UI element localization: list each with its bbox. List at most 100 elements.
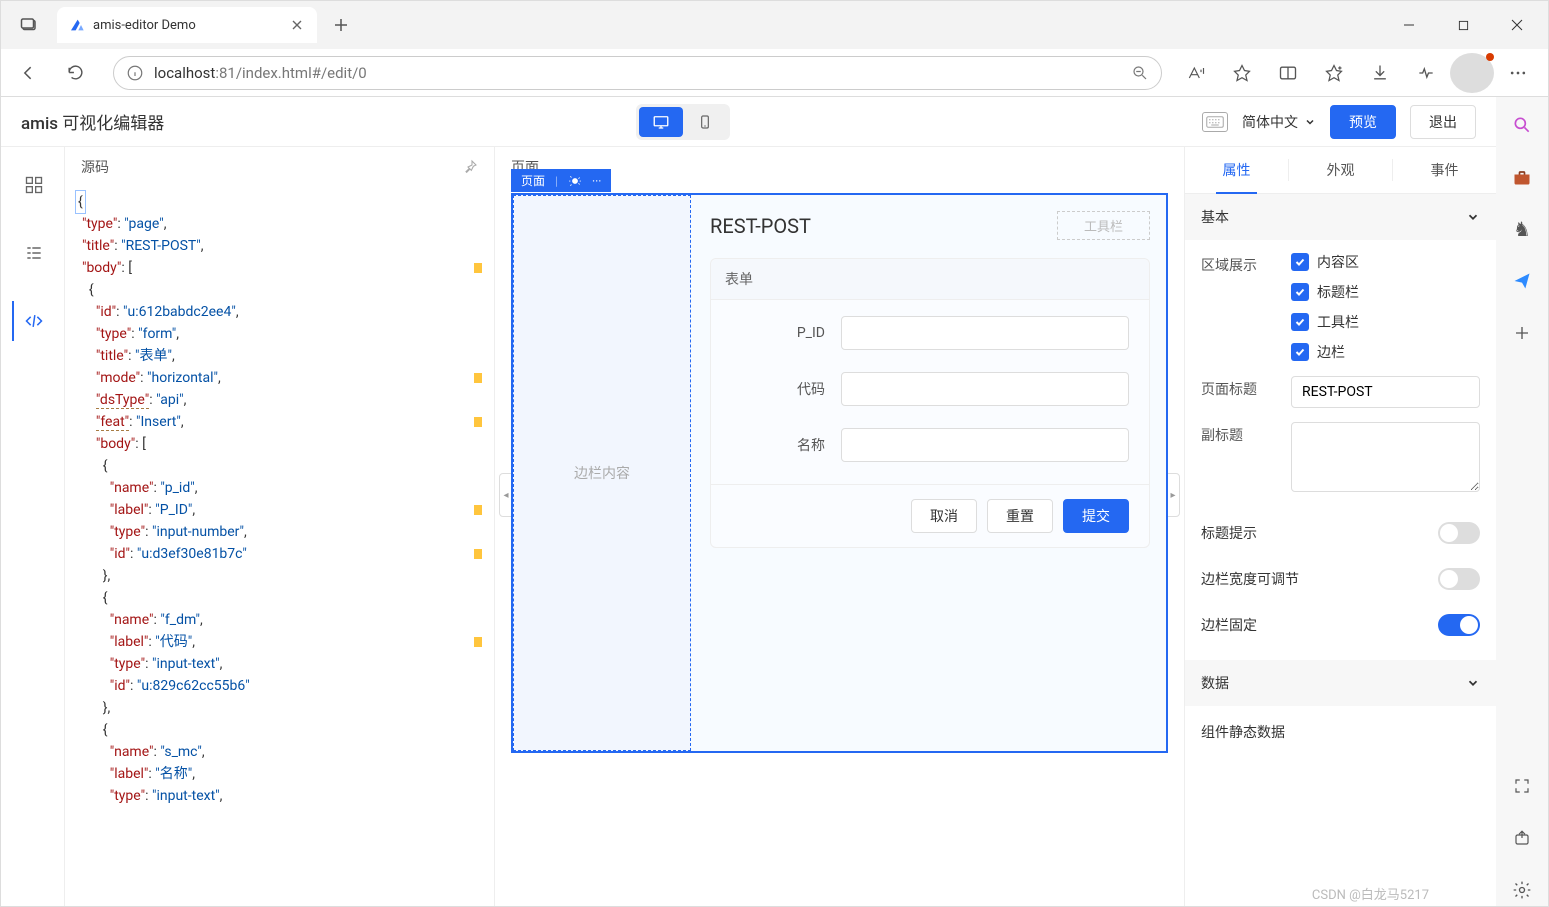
- aside-resizable-label: 边栏宽度可调节: [1201, 569, 1299, 589]
- keyboard-icon[interactable]: [1202, 112, 1228, 132]
- input-name[interactable]: [841, 428, 1129, 462]
- minimize-button[interactable]: [1386, 9, 1432, 41]
- downloads-icon[interactable]: [1358, 53, 1402, 93]
- tab-attributes[interactable]: 属性: [1185, 147, 1288, 193]
- form-label: 名称: [731, 435, 841, 455]
- rail-components-icon[interactable]: [13, 165, 53, 205]
- form-label: 代码: [731, 379, 841, 399]
- aside-resizable-switch[interactable]: [1438, 568, 1480, 590]
- rail-outline-icon[interactable]: [13, 233, 53, 273]
- checkbox-content[interactable]: 内容区: [1291, 252, 1480, 272]
- search-icon[interactable]: [1506, 109, 1538, 141]
- url-box[interactable]: localhost:81/index.html#/edit/0: [113, 56, 1162, 90]
- cancel-button[interactable]: 取消: [911, 499, 977, 533]
- code-editor[interactable]: { "type": "page", "title": "REST-POST", …: [65, 187, 494, 906]
- site-info-icon[interactable]: [126, 64, 144, 82]
- tab-event[interactable]: 事件: [1393, 147, 1496, 193]
- add-icon[interactable]: [1506, 317, 1538, 349]
- code-panel-title: 源码: [81, 157, 109, 177]
- window-menu-icon[interactable]: [9, 5, 49, 45]
- app-title: amis 可视化编辑器: [21, 109, 164, 134]
- tab-title: amis-editor Demo: [93, 18, 281, 33]
- submit-button[interactable]: 提交: [1063, 499, 1129, 533]
- checkbox-titlebar[interactable]: 标题栏: [1291, 282, 1480, 302]
- browser-tab[interactable]: amis-editor Demo: [57, 7, 317, 43]
- favorite-icon[interactable]: [1220, 53, 1264, 93]
- right-panel: 属性 外观 事件 基本 区域展示: [1184, 147, 1496, 906]
- performance-icon[interactable]: [1404, 53, 1448, 93]
- chevron-down-icon: [1466, 210, 1480, 224]
- device-mobile-button[interactable]: [683, 107, 727, 137]
- profile-avatar[interactable]: [1450, 53, 1494, 93]
- more-icon[interactable]: ···: [592, 174, 601, 188]
- reset-button[interactable]: 重置: [987, 499, 1053, 533]
- share-icon[interactable]: [1506, 822, 1538, 854]
- form-row[interactable]: 名称: [731, 428, 1129, 462]
- edge-sidebar: ♞: [1496, 97, 1548, 906]
- browser-tabbar: amis-editor Demo: [1, 1, 1548, 49]
- toolbar-placeholder[interactable]: 工具栏: [1057, 211, 1150, 240]
- subtitle-label: 副标题: [1201, 422, 1291, 445]
- close-window-button[interactable]: [1494, 9, 1540, 41]
- page-title-input[interactable]: [1291, 376, 1480, 408]
- watermark: CSDN @白龙马5217: [1312, 884, 1429, 903]
- tab-appearance[interactable]: 外观: [1289, 147, 1392, 193]
- area-display-label: 区域展示: [1201, 252, 1291, 275]
- static-data-label: 组件静态数据: [1201, 722, 1285, 742]
- form-card[interactable]: 表单 P_ID 代码: [710, 258, 1150, 548]
- preview-button[interactable]: 预览: [1330, 105, 1396, 139]
- checkbox-toolbar[interactable]: 工具栏: [1291, 312, 1480, 332]
- new-tab-button[interactable]: [325, 9, 357, 41]
- left-rail: [1, 147, 65, 906]
- page-tag[interactable]: 页面| ···: [511, 169, 611, 192]
- form-row[interactable]: 代码: [731, 372, 1129, 406]
- app-header: amis 可视化编辑器 简体中文 预览 退出: [1, 97, 1496, 147]
- collections-icon[interactable]: [1312, 53, 1356, 93]
- collapse-right-handle[interactable]: ▸: [1166, 473, 1180, 517]
- bug-icon[interactable]: [568, 174, 582, 188]
- back-button[interactable]: [9, 53, 49, 93]
- rail-code-icon[interactable]: [12, 301, 52, 341]
- send-icon[interactable]: [1506, 265, 1538, 297]
- page-selection[interactable]: 页面| ··· 边栏| 边栏内容 REST-POS: [511, 193, 1168, 753]
- browser-menu-icon[interactable]: [1496, 53, 1540, 93]
- favicon-icon: [69, 17, 85, 33]
- section-data-toggle[interactable]: 数据: [1185, 660, 1496, 706]
- zoom-out-icon[interactable]: [1131, 64, 1149, 82]
- read-aloud-icon[interactable]: [1174, 53, 1218, 93]
- device-segment: [636, 104, 730, 140]
- url-text: localhost:81/index.html#/edit/0: [154, 64, 1121, 82]
- form-row[interactable]: P_ID: [731, 316, 1129, 350]
- input-code[interactable]: [841, 372, 1129, 406]
- title-hint-label: 标题提示: [1201, 523, 1257, 543]
- section-basic-toggle[interactable]: 基本: [1185, 194, 1496, 240]
- fullscreen-icon[interactable]: [1506, 770, 1538, 802]
- maximize-button[interactable]: [1440, 9, 1486, 41]
- reload-button[interactable]: [55, 53, 95, 93]
- input-p-id[interactable]: [841, 316, 1129, 350]
- form-label: P_ID: [731, 325, 841, 341]
- gear-icon[interactable]: [1506, 874, 1538, 906]
- split-screen-icon[interactable]: [1266, 53, 1310, 93]
- aside-fixed-label: 边栏固定: [1201, 615, 1257, 635]
- exit-button[interactable]: 退出: [1410, 105, 1476, 139]
- canvas: 页面 ◂ ▸ 页面| ··· 边栏|: [495, 147, 1184, 906]
- language-select[interactable]: 简体中文: [1242, 112, 1316, 132]
- page-heading: REST-POST: [710, 214, 811, 238]
- form-header: 表单: [711, 259, 1149, 300]
- device-desktop-button[interactable]: [639, 107, 683, 137]
- toolbox-icon[interactable]: [1506, 161, 1538, 193]
- pin-icon[interactable]: [462, 159, 478, 175]
- page-title-label: 页面标题: [1201, 376, 1291, 399]
- address-bar: localhost:81/index.html#/edit/0: [1, 49, 1548, 97]
- code-panel: 源码 { "type": "page", "title": "REST-POST…: [65, 147, 495, 906]
- tab-close-icon[interactable]: [289, 17, 305, 33]
- chess-icon[interactable]: ♞: [1506, 213, 1538, 245]
- checkbox-aside[interactable]: 边栏: [1291, 342, 1480, 362]
- subtitle-textarea[interactable]: [1291, 422, 1480, 492]
- chevron-down-icon: [1466, 676, 1480, 690]
- aside-fixed-switch[interactable]: [1438, 614, 1480, 636]
- title-hint-switch[interactable]: [1438, 522, 1480, 544]
- aside-region[interactable]: 边栏内容: [513, 195, 691, 751]
- main-region[interactable]: REST-POST 工具栏 表单 P_ID: [694, 195, 1166, 751]
